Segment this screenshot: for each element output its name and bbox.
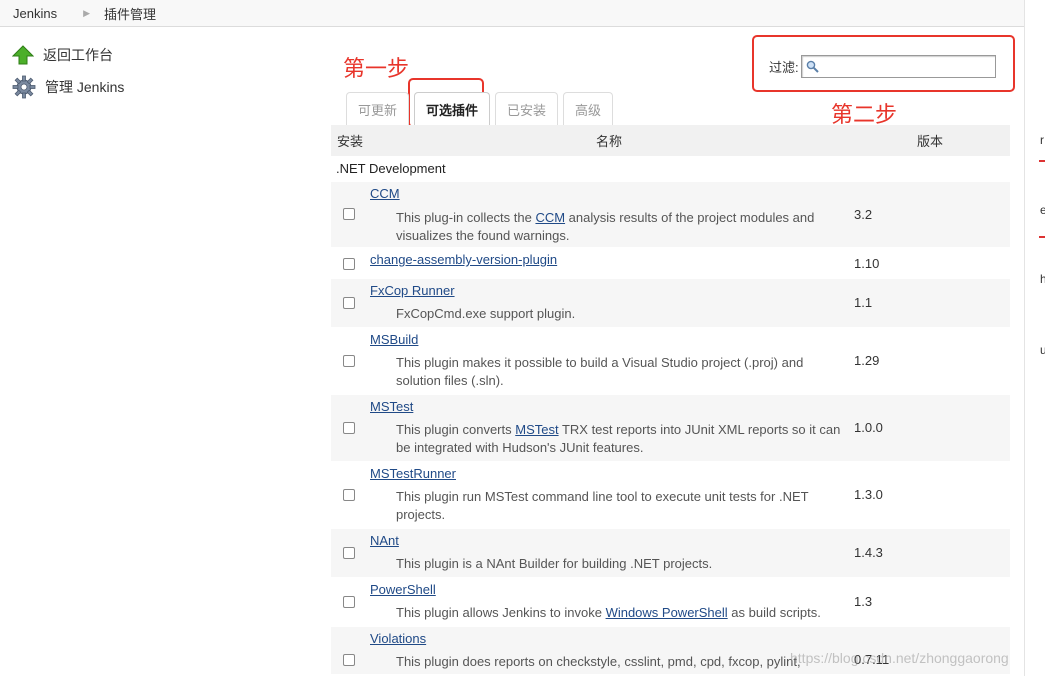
breadcrumb: Jenkins ▶ 插件管理 bbox=[0, 0, 1024, 27]
plugin-table: 安装 名称 版本 .NET Development CCM This plug-… bbox=[331, 125, 1010, 674]
table-row: MSTestRunner This plugin run MSTest comm… bbox=[331, 461, 1010, 528]
adjacent-window-fragment: u bbox=[1040, 343, 1045, 357]
table-row: FxCop Runner FxCopCmd.exe support plugin… bbox=[331, 278, 1010, 327]
plugin-description: This plugin makes it possible to build a… bbox=[396, 355, 804, 388]
annotation-step1: 第一步 bbox=[343, 57, 410, 82]
tab-installed[interactable]: 已安装 bbox=[495, 92, 559, 125]
plugin-name-link[interactable]: change-assembly-version-plugin bbox=[370, 252, 557, 267]
install-checkbox[interactable] bbox=[343, 489, 355, 501]
table-row: MSTest This plugin converts MSTest TRX t… bbox=[331, 394, 1010, 461]
install-checkbox[interactable] bbox=[343, 355, 355, 367]
desc-text: This plugin converts bbox=[396, 422, 516, 437]
install-checkbox[interactable] bbox=[343, 208, 355, 220]
plugin-description: FxCopCmd.exe support plugin. bbox=[396, 306, 576, 321]
install-checkbox[interactable] bbox=[343, 654, 355, 666]
search-icon bbox=[806, 60, 819, 73]
filter: 过滤: bbox=[769, 55, 996, 78]
adjacent-window-fragment: e bbox=[1040, 203, 1045, 217]
gear-icon bbox=[12, 75, 36, 99]
watermark: https://blog.csdn.net/zhonggaorong bbox=[790, 650, 1009, 666]
breadcrumb-current[interactable]: 插件管理 bbox=[104, 4, 156, 23]
filter-input[interactable] bbox=[800, 55, 996, 78]
install-checkbox[interactable] bbox=[343, 547, 355, 559]
plugin-version: 1.3 bbox=[854, 594, 873, 609]
install-checkbox[interactable] bbox=[343, 258, 355, 270]
breadcrumb-separator-icon[interactable]: ▶ bbox=[83, 8, 90, 19]
table-header: 安装 名称 版本 bbox=[331, 125, 1010, 156]
plugin-description: This plugin is a NAnt Builder for buildi… bbox=[396, 556, 713, 571]
plugin-name-link[interactable]: PowerShell bbox=[370, 582, 436, 597]
plugin-version: 3.2 bbox=[854, 207, 873, 222]
adjacent-window-fragment: h bbox=[1040, 272, 1045, 286]
plugin-name-link[interactable]: NAnt bbox=[370, 533, 399, 548]
desc-text: as build scripts. bbox=[727, 605, 821, 620]
plugin-version: 1.1 bbox=[854, 295, 873, 310]
plugin-name-link[interactable]: MSTest bbox=[370, 399, 413, 414]
category-row: .NET Development bbox=[336, 161, 446, 176]
column-header-install[interactable]: 安装 bbox=[337, 131, 363, 150]
plugin-version: 1.29 bbox=[854, 353, 880, 368]
install-checkbox[interactable] bbox=[343, 297, 355, 309]
sidebar-item-manage-jenkins[interactable]: 管理 Jenkins bbox=[12, 75, 125, 99]
adjacent-window-line bbox=[1039, 160, 1045, 162]
table-row: NAnt This plugin is a NAnt Builder for b… bbox=[331, 528, 1010, 577]
desc-link[interactable]: Windows PowerShell bbox=[606, 605, 728, 620]
sidebar-item-label: 管理 Jenkins bbox=[45, 79, 125, 95]
desc-text: This plugin allows Jenkins to invoke bbox=[396, 605, 606, 620]
plugin-description: This plug-in collects the CCM analysis r… bbox=[396, 209, 846, 245]
install-checkbox[interactable] bbox=[343, 596, 355, 608]
desc-link[interactable]: MSTest bbox=[515, 422, 558, 437]
up-arrow-icon bbox=[12, 45, 34, 65]
adjacent-window-strip: r e h u bbox=[1024, 0, 1045, 676]
adjacent-window-fragment: r bbox=[1040, 133, 1044, 147]
column-header-name[interactable]: 名称 bbox=[596, 131, 622, 150]
table-row: PowerShell This plugin allows Jenkins to… bbox=[331, 577, 1010, 626]
breadcrumb-root[interactable]: Jenkins bbox=[13, 6, 57, 21]
table-row: change-assembly-version-plugin 1.10 bbox=[331, 247, 1010, 278]
install-checkbox[interactable] bbox=[343, 422, 355, 434]
plugin-version: 1.0.0 bbox=[854, 420, 883, 435]
sidebar: 返回工作台 管理 Jenkins bbox=[12, 44, 124, 108]
plugin-tabs: 可更新 可选插件 已安装 高级 bbox=[346, 92, 618, 125]
table-row: CCM This plug-in collects the CCM analys… bbox=[331, 181, 1010, 247]
table-row: MSBuild This plugin makes it possible to… bbox=[331, 327, 1010, 394]
plugin-description: This plugin run MSTest command line tool… bbox=[396, 489, 809, 522]
filter-label: 过滤: bbox=[769, 60, 799, 75]
plugin-version: 1.10 bbox=[854, 256, 880, 271]
plugin-name-link[interactable]: Violations bbox=[370, 631, 426, 646]
plugin-description: This plugin allows Jenkins to invoke Win… bbox=[396, 604, 846, 622]
desc-link[interactable]: CCM bbox=[535, 210, 565, 225]
sidebar-item-back-to-dashboard[interactable]: 返回工作台 bbox=[12, 44, 124, 66]
desc-text: This plug-in collects the bbox=[396, 210, 536, 225]
plugin-version: 1.4.3 bbox=[854, 545, 883, 560]
plugin-description: This plugin does reports on checkstyle, … bbox=[396, 654, 801, 669]
tab-updates[interactable]: 可更新 bbox=[346, 92, 410, 125]
plugin-version: 1.3.0 bbox=[854, 487, 883, 502]
plugin-name-link[interactable]: CCM bbox=[370, 186, 400, 201]
plugin-name-link[interactable]: MSBuild bbox=[370, 332, 418, 347]
plugin-name-link[interactable]: MSTestRunner bbox=[370, 466, 456, 481]
tab-advanced[interactable]: 高级 bbox=[563, 92, 614, 125]
column-header-version[interactable]: 版本 bbox=[917, 131, 943, 150]
adjacent-window-line bbox=[1039, 236, 1045, 238]
plugin-name-link[interactable]: FxCop Runner bbox=[370, 283, 455, 298]
tab-available[interactable]: 可选插件 bbox=[414, 92, 491, 125]
plugin-description: This plugin converts MSTest TRX test rep… bbox=[396, 421, 846, 457]
sidebar-item-label: 返回工作台 bbox=[43, 47, 113, 63]
